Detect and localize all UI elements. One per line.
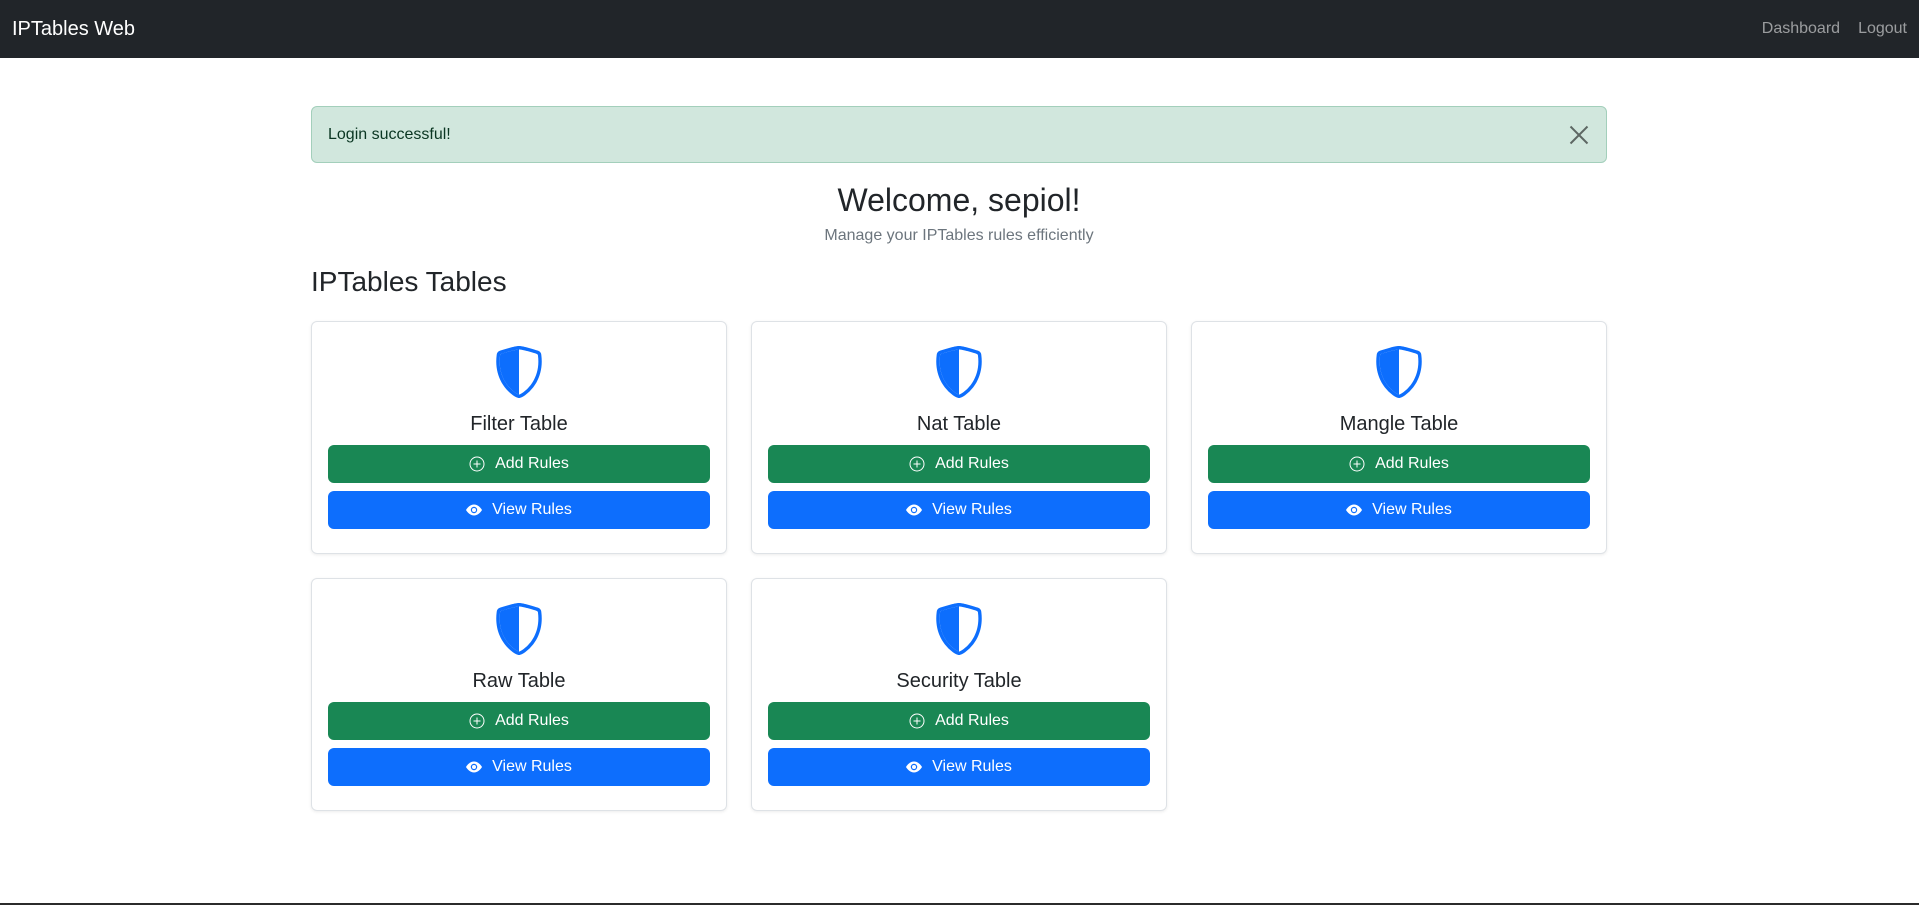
plus-circle-icon <box>1349 456 1365 472</box>
shield-half-icon <box>496 603 542 655</box>
add-rules-label: Add Rules <box>935 455 1009 472</box>
eye-icon <box>466 504 483 516</box>
eye-icon <box>906 504 923 516</box>
brand-link[interactable]: IPTables Web <box>12 18 135 41</box>
table-card-security: Security Table Add Rules View Rules <box>751 578 1167 811</box>
plus-circle-icon <box>909 713 925 729</box>
add-rules-button[interactable]: Add Rules <box>768 445 1150 483</box>
add-rules-button[interactable]: Add Rules <box>768 702 1150 740</box>
plus-circle-icon <box>469 456 485 472</box>
add-rules-label: Add Rules <box>935 712 1009 729</box>
nav-link-logout[interactable]: Logout <box>1858 20 1907 38</box>
view-rules-button[interactable]: View Rules <box>1208 491 1590 529</box>
plus-circle-icon <box>469 713 485 729</box>
view-rules-label: View Rules <box>492 501 572 518</box>
plus-circle-icon <box>909 456 925 472</box>
card-title: Security Table <box>896 670 1022 692</box>
nav-links: Dashboard Logout <box>1762 20 1907 38</box>
shield-half-icon <box>496 346 542 398</box>
view-rules-label: View Rules <box>1372 501 1452 518</box>
shield-half-icon <box>936 346 982 398</box>
table-card-mangle: Mangle Table Add Rules View Rules <box>1191 321 1607 554</box>
welcome-title: Welcome, sepiol! <box>837 182 1081 218</box>
card-title: Nat Table <box>916 413 1002 435</box>
table-card-raw: Raw Table Add Rules View Rules <box>311 578 727 811</box>
shield-half-icon <box>1376 346 1422 398</box>
shield-half-icon <box>936 603 982 655</box>
close-icon[interactable] <box>1568 124 1590 146</box>
main-container: Login successful! Welcome, sepiol! Manag… <box>311 106 1607 811</box>
add-rules-button[interactable]: Add Rules <box>1208 445 1590 483</box>
section-title: IPTables Tables <box>311 266 507 297</box>
add-rules-label: Add Rules <box>495 455 569 472</box>
view-rules-button[interactable]: View Rules <box>768 748 1150 786</box>
view-rules-label: View Rules <box>932 758 1012 775</box>
add-rules-label: Add Rules <box>495 712 569 729</box>
view-rules-button[interactable]: View Rules <box>328 748 710 786</box>
tables-grid: Filter Table Add Rules View Rules Nat Ta… <box>311 321 1607 811</box>
navbar: IPTables Web Dashboard Logout <box>0 0 1919 58</box>
add-rules-button[interactable]: Add Rules <box>328 445 710 483</box>
add-rules-button[interactable]: Add Rules <box>328 702 710 740</box>
view-rules-label: View Rules <box>492 758 572 775</box>
view-rules-label: View Rules <box>932 501 1012 518</box>
card-title: Filter Table <box>470 413 568 435</box>
eye-icon <box>466 761 483 773</box>
card-title: Raw Table <box>472 670 566 692</box>
add-rules-label: Add Rules <box>1375 455 1449 472</box>
welcome-subtitle: Manage your IPTables rules efficiently <box>824 227 1094 244</box>
table-card-nat: Nat Table Add Rules View Rules <box>751 321 1167 554</box>
welcome-section: Welcome, sepiol! Manage your IPTables ru… <box>311 181 1607 245</box>
eye-icon <box>906 761 923 773</box>
eye-icon <box>1346 504 1363 516</box>
view-rules-button[interactable]: View Rules <box>328 491 710 529</box>
success-alert: Login successful! <box>311 106 1607 163</box>
alert-message: Login successful! <box>328 125 451 143</box>
table-card-filter: Filter Table Add Rules View Rules <box>311 321 727 554</box>
nav-link-dashboard[interactable]: Dashboard <box>1762 20 1840 38</box>
card-title: Mangle Table <box>1339 413 1459 435</box>
view-rules-button[interactable]: View Rules <box>768 491 1150 529</box>
